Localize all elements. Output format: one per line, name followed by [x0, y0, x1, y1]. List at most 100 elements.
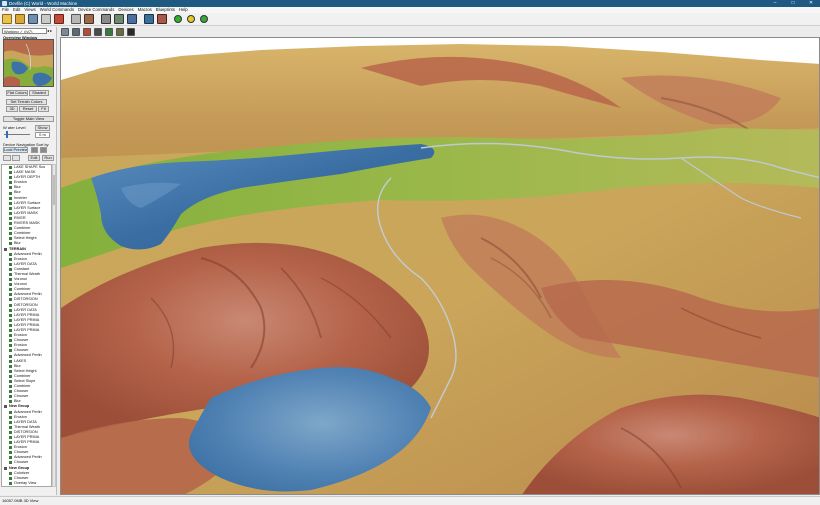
device-node-icon	[9, 410, 12, 414]
device-node-icon	[9, 278, 12, 282]
device-node-icon	[9, 232, 12, 236]
scrollbar-thumb[interactable]	[53, 175, 55, 205]
build-yellow-icon[interactable]	[187, 15, 195, 23]
device-node-icon	[9, 273, 12, 277]
render-icon[interactable]	[127, 14, 137, 24]
device-node-icon	[9, 181, 12, 185]
device-node-icon	[9, 318, 12, 322]
device-tree[interactable]: LAKE SHAPE Scu LAKE MASK LAYER DEPTH Erosio…	[1, 164, 52, 487]
new-file-icon[interactable]	[2, 14, 12, 24]
sort-type-icon[interactable]	[40, 147, 47, 153]
close-button[interactable]: ✕	[802, 0, 820, 7]
water-level-label: W ater Level	[3, 125, 26, 130]
device-node-icon	[9, 354, 12, 358]
device-node-icon	[9, 451, 12, 455]
run-button[interactable]: Run	[42, 155, 54, 161]
device-node-icon	[9, 344, 12, 348]
device-node-icon	[9, 481, 12, 485]
view-mode-icon[interactable]	[72, 28, 80, 36]
device-node-icon	[9, 369, 12, 373]
device-node-icon	[9, 288, 12, 292]
3d-button[interactable]: 3D	[6, 106, 18, 112]
title-bar: Devfile (C) World - World Machine – □ ✕	[0, 0, 820, 7]
minimize-button[interactable]: –	[766, 0, 784, 7]
device-node-icon	[9, 166, 12, 170]
device-node-icon	[9, 283, 12, 287]
flat-colors-button[interactable]: Flat Colors	[6, 90, 28, 96]
device-node-icon	[9, 206, 12, 210]
terrain-3d-viewport[interactable]	[60, 37, 820, 495]
device-icon[interactable]	[54, 14, 64, 24]
nav-back-icon[interactable]	[3, 155, 11, 161]
device-node-icon	[9, 430, 12, 434]
window-title: Devfile (C) World - World Machine	[9, 1, 78, 6]
set-terrain-colors-button[interactable]: Set Terrain Colors	[6, 99, 47, 105]
tool-icon[interactable]	[41, 14, 51, 24]
world-settings-icon[interactable]	[114, 14, 124, 24]
light-icon[interactable]	[116, 28, 124, 36]
terrain-icon[interactable]	[105, 28, 113, 36]
device-node-icon	[9, 441, 12, 445]
device-node-icon	[9, 176, 12, 180]
lock-preview-button[interactable]: Lock Preview	[3, 147, 28, 153]
device-node-icon	[9, 242, 12, 246]
device-node-icon	[9, 359, 12, 363]
build-green-icon[interactable]	[174, 15, 182, 23]
workspace-arrows[interactable]: ◂ ▸	[47, 28, 56, 34]
device-tree-scrollbar[interactable]	[52, 164, 56, 487]
open-folder-icon[interactable]	[15, 14, 25, 24]
device-node-icon	[9, 222, 12, 226]
grid-icon[interactable]	[94, 28, 102, 36]
build-settings-icon[interactable]	[101, 14, 111, 24]
export-icon[interactable]	[157, 14, 167, 24]
nav-forward-icon[interactable]	[12, 155, 20, 161]
device-node-icon	[9, 257, 12, 261]
device-node-icon	[9, 267, 12, 271]
layout-view-icon[interactable]	[71, 14, 81, 24]
viewport-toolbar	[60, 27, 820, 37]
maximize-button[interactable]: □	[784, 0, 802, 7]
device-node-icon	[9, 379, 12, 383]
workspace-select[interactable]: Working ✓ (h/7)	[2, 28, 47, 34]
device-node-icon	[9, 415, 12, 419]
overview-map[interactable]	[3, 39, 54, 87]
device-node-icon	[9, 298, 12, 302]
tree-item[interactable]: Overlay View	[2, 481, 51, 486]
sort-name-icon[interactable]	[31, 147, 38, 153]
device-node-icon	[9, 186, 12, 190]
device-node-icon	[9, 237, 12, 241]
record-icon[interactable]	[83, 28, 91, 36]
device-node-icon	[9, 364, 12, 368]
device-node-icon	[9, 400, 12, 404]
water-level-slider-thumb[interactable]	[6, 131, 8, 138]
device-node-icon	[9, 390, 12, 394]
edit-button[interactable]: Edit	[28, 155, 40, 161]
device-node-icon	[9, 293, 12, 297]
fit-button[interactable]: Fit	[38, 106, 49, 112]
toggle-main-view-button[interactable]: Toggle Main View	[3, 116, 54, 122]
camera-icon[interactable]	[61, 28, 69, 36]
device-node-icon	[9, 171, 12, 175]
device-node-icon	[9, 329, 12, 333]
device-node-icon	[9, 252, 12, 256]
device-node-icon	[9, 461, 12, 465]
device-node-icon	[9, 471, 12, 475]
device-node-icon	[9, 395, 12, 399]
device-node-icon	[9, 385, 12, 389]
settings-icon[interactable]	[127, 28, 135, 36]
water-level-input[interactable]: 0 m	[35, 132, 50, 138]
reset-button[interactable]: Reset	[19, 106, 37, 112]
device-node-icon	[9, 303, 12, 307]
terrain-view-icon[interactable]	[84, 14, 94, 24]
device-node-icon	[9, 262, 12, 266]
device-node-icon	[9, 456, 12, 460]
build-full-icon[interactable]	[200, 15, 208, 23]
device-node-icon	[9, 476, 12, 480]
tree-item-label: Overlay View	[14, 480, 37, 485]
overview-map-image	[4, 40, 53, 86]
folder-icon	[4, 405, 7, 409]
preview-icon[interactable]	[144, 14, 154, 24]
show-water-button[interactable]: Show	[35, 125, 50, 131]
shaded-button[interactable]: Shaded	[29, 90, 49, 96]
save-icon[interactable]	[28, 14, 38, 24]
